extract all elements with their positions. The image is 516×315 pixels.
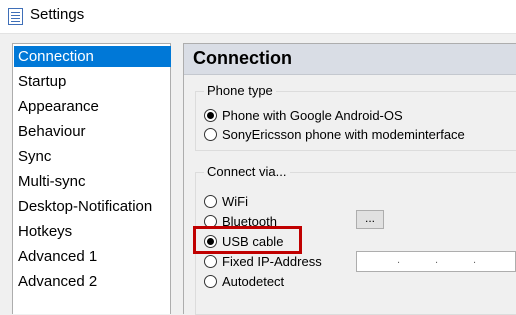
window-title: Settings bbox=[30, 6, 85, 23]
radio-button[interactable] bbox=[204, 195, 217, 208]
phone-type-group: Phone type Phone with Google Android-OS … bbox=[195, 83, 516, 151]
radio-label: Autodetect bbox=[222, 274, 285, 289]
panel-header: Connection bbox=[184, 44, 516, 75]
sidebar-item-multi-sync[interactable]: Multi-sync bbox=[14, 171, 86, 192]
sidebar-item-advanced-2[interactable]: Advanced 2 bbox=[14, 271, 97, 292]
sidebar-item-advanced-1[interactable]: Advanced 1 bbox=[14, 246, 97, 267]
connection-panel: Connection Phone type Phone with Google … bbox=[183, 43, 516, 315]
radio-button[interactable] bbox=[204, 128, 217, 141]
connect-via-legend: Connect via... bbox=[204, 164, 290, 179]
ip-separator: . bbox=[397, 254, 401, 266]
radio-label: Fixed IP-Address bbox=[222, 254, 322, 269]
sidebar-item-hotkeys[interactable]: Hotkeys bbox=[14, 221, 72, 242]
settings-app-icon bbox=[8, 8, 23, 25]
phone-type-legend: Phone type bbox=[204, 83, 276, 98]
radio-label: SonyEricsson phone with modeminterface bbox=[222, 127, 465, 142]
title-bar: Settings bbox=[0, 0, 516, 34]
bluetooth-browse-button[interactable]: ... bbox=[356, 210, 384, 229]
radio-label: Phone with Google Android-OS bbox=[222, 108, 403, 123]
usb-cable-highlight-box bbox=[193, 226, 302, 254]
sidebar-item-desktop-notification[interactable]: Desktop-Notification bbox=[14, 196, 152, 217]
sidebar-item-startup[interactable]: Startup bbox=[14, 71, 66, 92]
radio-button[interactable] bbox=[204, 109, 217, 122]
panel-title: Connection bbox=[193, 48, 292, 68]
sidebar-item-appearance[interactable]: Appearance bbox=[14, 96, 99, 117]
sidebar-item-connection[interactable]: Connection bbox=[14, 46, 171, 67]
settings-category-list[interactable]: Connection Startup Appearance Behaviour … bbox=[12, 43, 171, 314]
ip-separator: . bbox=[435, 254, 439, 266]
sidebar-item-behaviour[interactable]: Behaviour bbox=[14, 121, 86, 142]
radio-label: WiFi bbox=[222, 194, 248, 209]
sidebar-item-sync[interactable]: Sync bbox=[14, 146, 51, 167]
ip-separator: . bbox=[473, 254, 477, 266]
radio-button[interactable] bbox=[204, 275, 217, 288]
ip-address-field[interactable]: . . . bbox=[356, 251, 516, 272]
radio-button[interactable] bbox=[204, 255, 217, 268]
